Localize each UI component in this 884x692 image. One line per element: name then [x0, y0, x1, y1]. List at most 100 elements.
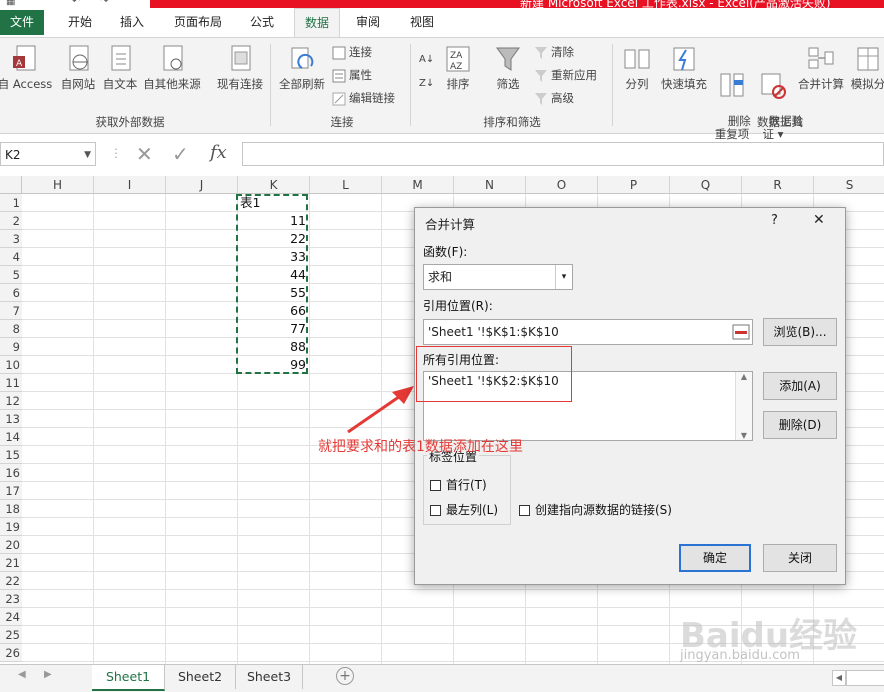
row-header[interactable]: 18 [0, 500, 22, 518]
row-header[interactable]: 19 [0, 518, 22, 536]
from-other-sources-button[interactable]: 自其他来源 [142, 44, 202, 92]
row-header[interactable]: 5 [0, 266, 22, 284]
name-box[interactable]: K2 ▼ [0, 142, 96, 166]
create-links-checkbox[interactable]: 创建指向源数据的链接(S) [519, 501, 672, 518]
collapse-dialog-icon[interactable] [731, 322, 751, 342]
column-header[interactable]: L [310, 176, 382, 194]
existing-connections-button[interactable]: 现有连接 [214, 44, 266, 92]
row-header[interactable]: 12 [0, 392, 22, 410]
delete-button[interactable]: 删除(D) [763, 411, 837, 439]
flash-fill-button[interactable]: 快速填充 [658, 44, 710, 92]
row-header[interactable]: 15 [0, 446, 22, 464]
next-sheet-icon[interactable]: ▶ [44, 669, 52, 680]
row-header[interactable]: 4 [0, 248, 22, 266]
column-header[interactable]: M [382, 176, 454, 194]
row-header[interactable]: 14 [0, 428, 22, 446]
row-header[interactable]: 13 [0, 410, 22, 428]
tab-view[interactable]: 视图 [400, 8, 444, 37]
scroll-up-icon[interactable]: ▲ [736, 372, 752, 381]
redo-icon[interactable]: ↷ [100, 0, 108, 7]
ok-button[interactable]: 确定 [679, 544, 751, 572]
top-row-checkbox[interactable]: 首行(T) [430, 476, 487, 493]
column-header[interactable]: O [526, 176, 598, 194]
sheet-tab-sheet2[interactable]: Sheet2 [165, 665, 236, 689]
scroll-down-icon[interactable]: ▼ [736, 431, 752, 440]
column-header[interactable]: S [814, 176, 884, 194]
row-header[interactable]: 3 [0, 230, 22, 248]
row-header[interactable]: 2 [0, 212, 22, 230]
tab-page-layout[interactable]: 页面布局 [164, 8, 232, 37]
row-header[interactable]: 24 [0, 608, 22, 626]
sort-button[interactable]: ZA AZ 排序 [440, 44, 476, 92]
column-header[interactable]: N [454, 176, 526, 194]
tab-data[interactable]: 数据 [294, 8, 340, 38]
column-header[interactable]: P [598, 176, 670, 194]
row-header[interactable]: 26 [0, 644, 22, 662]
tab-insert[interactable]: 插入 [110, 8, 154, 37]
close-icon[interactable]: ✕ [813, 212, 825, 228]
row-header[interactable]: 8 [0, 320, 22, 338]
add-button[interactable]: 添加(A) [763, 372, 837, 400]
cancel-entry-icon[interactable]: ✕ [136, 142, 153, 166]
formula-input[interactable] [242, 142, 884, 166]
function-select[interactable]: 求和 ▾ [423, 264, 573, 290]
what-if-analysis-button[interactable]: 模拟分 [848, 44, 884, 92]
row-header[interactable]: 10 [0, 356, 22, 374]
insert-function-icon[interactable]: fx [210, 142, 227, 163]
from-access-button[interactable]: A 自 Access [0, 44, 56, 92]
row-header[interactable]: 25 [0, 626, 22, 644]
properties-button[interactable]: 属性 [332, 67, 372, 83]
chevron-down-icon[interactable]: ▼ [84, 143, 91, 167]
column-header[interactable]: R [742, 176, 814, 194]
help-icon[interactable]: ? [771, 213, 778, 228]
connections-button[interactable]: 连接 [332, 44, 372, 60]
column-header[interactable]: I [94, 176, 166, 194]
from-text-button[interactable]: 自文本 [100, 44, 140, 92]
row-header[interactable]: 21 [0, 554, 22, 572]
undo-icon[interactable]: ↶ [72, 0, 80, 7]
sheet-tab-sheet1[interactable]: Sheet1 [92, 665, 165, 691]
row-header[interactable]: 23 [0, 590, 22, 608]
data-validation-button[interactable]: 数据验 证 ▾ [754, 44, 803, 154]
horizontal-scrollbar[interactable] [846, 670, 884, 686]
tab-file[interactable]: 文件 [0, 10, 44, 35]
row-header[interactable]: 9 [0, 338, 22, 356]
tab-home[interactable]: 开始 [56, 8, 104, 37]
close-button[interactable]: 关闭 [763, 544, 837, 572]
sheet-tab-sheet3[interactable]: Sheet3 [236, 665, 303, 689]
checkbox-box[interactable] [430, 480, 441, 491]
left-column-checkbox[interactable]: 最左列(L) [430, 501, 498, 518]
refresh-all-button[interactable]: 全部刷新 [274, 44, 330, 92]
hscroll-left-icon[interactable]: ◀ [832, 670, 846, 686]
browse-button[interactable]: 浏览(B)... [763, 318, 837, 346]
row-header[interactable]: 1 [0, 194, 22, 212]
consolidate-button[interactable]: 合并计算 [796, 44, 846, 92]
checkbox-box[interactable] [430, 505, 441, 516]
chevron-down-icon[interactable]: ▾ [555, 265, 572, 289]
tab-review[interactable]: 审阅 [346, 8, 390, 37]
advanced-filter-button[interactable]: 高级 [534, 90, 574, 106]
row-header[interactable]: 17 [0, 482, 22, 500]
row-header[interactable]: 20 [0, 536, 22, 554]
text-to-columns-button[interactable]: 分列 [618, 44, 656, 92]
tab-formulas[interactable]: 公式 [240, 8, 284, 37]
add-sheet-icon[interactable]: + [336, 667, 354, 685]
edit-links-button[interactable]: 编辑链接 [332, 90, 395, 106]
row-header[interactable]: 6 [0, 284, 22, 302]
list-scrollbar[interactable]: ▲ ▼ [735, 372, 752, 440]
remove-duplicates-button[interactable]: 删除 重复项 [712, 44, 752, 154]
row-header[interactable]: 16 [0, 464, 22, 482]
enter-check-icon[interactable]: ✓ [172, 142, 189, 166]
reapply-button[interactable]: 重新应用 [534, 67, 597, 83]
column-header[interactable]: H [22, 176, 94, 194]
prev-sheet-icon[interactable]: ◀ [18, 669, 26, 680]
filter-button[interactable]: 筛选 [490, 44, 526, 92]
row-header[interactable]: 11 [0, 374, 22, 392]
row-header[interactable]: 22 [0, 572, 22, 590]
column-header[interactable]: J [166, 176, 238, 194]
clear-filter-button[interactable]: 清除 [534, 44, 574, 60]
reference-input[interactable]: 'Sheet1 '!$K$1:$K$10 [423, 319, 753, 345]
checkbox-box[interactable] [519, 505, 530, 516]
row-header[interactable]: 7 [0, 302, 22, 320]
from-web-button[interactable]: 自网站 [58, 44, 98, 92]
